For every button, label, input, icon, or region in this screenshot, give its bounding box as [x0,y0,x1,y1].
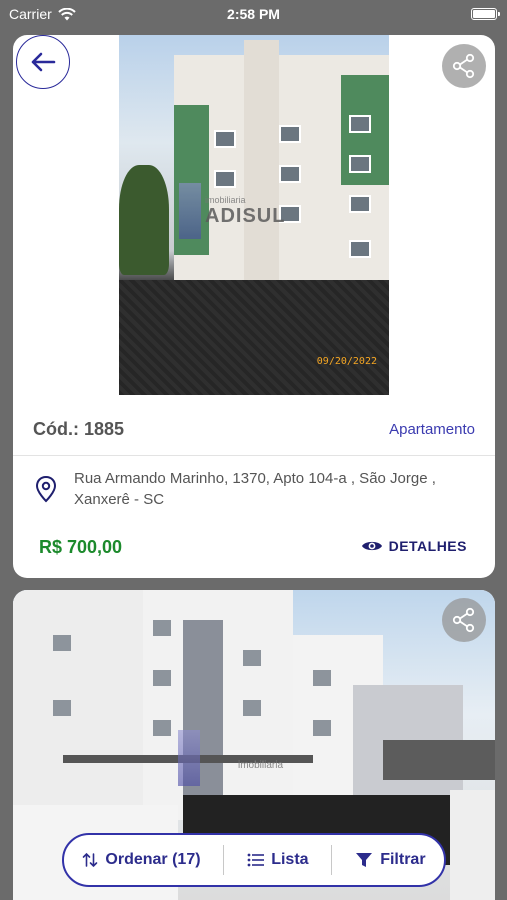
back-button[interactable] [16,35,70,89]
filter-icon [356,853,373,867]
eye-icon [361,541,382,551]
details-button[interactable]: DETALHES [361,538,467,554]
separator [223,845,225,875]
watermark-logo: imobiliaria ADISUL [179,183,285,239]
share-button[interactable] [442,598,486,642]
list-label: Lista [271,851,309,868]
watermark-text: imobiliaria [238,760,284,771]
battery-icon [471,8,500,20]
property-address: Rua Armando Marinho, 1370, Apto 104-a , … [74,470,436,508]
photo-building [174,40,389,285]
divider [13,455,495,456]
status-bar: Carrier 2:58 PM [0,0,507,30]
property-type: Apartamento [389,421,475,438]
share-icon [452,53,475,79]
property-code: Cód.: 1885 [33,419,125,439]
photo-tree [119,165,169,275]
share-icon [452,607,475,633]
details-label: DETALHES [388,538,467,554]
map-pin-icon [35,475,57,503]
share-button[interactable] [442,44,486,88]
arrow-left-icon [31,52,56,72]
sort-button[interactable]: Ordenar (17) [76,835,206,885]
filter-label: Filtrar [380,851,426,868]
photo-building [13,590,153,830]
property-price: R$ 700,00 [39,537,123,557]
separator [331,845,333,875]
bottom-action-bar: Ordenar (17) Lista Filtrar [62,833,446,887]
clock: 2:58 PM [227,6,280,22]
photo-date-stamp: 09/20/2022 [316,356,377,367]
sort-label: Ordenar (17) [105,851,201,868]
listing-photo[interactable]: imobiliaria ADISUL 09/20/2022 [119,35,389,395]
filter-button[interactable]: Filtrar [349,835,431,885]
watermark-logo [178,730,200,786]
list-icon [247,853,265,867]
list-button[interactable]: Lista [241,835,314,885]
photo-ground [119,280,389,395]
listing-card[interactable]: imobiliaria ADISUL 09/20/2022 Cód.: 1885… [13,35,495,578]
sort-arrows-icon [83,852,98,868]
